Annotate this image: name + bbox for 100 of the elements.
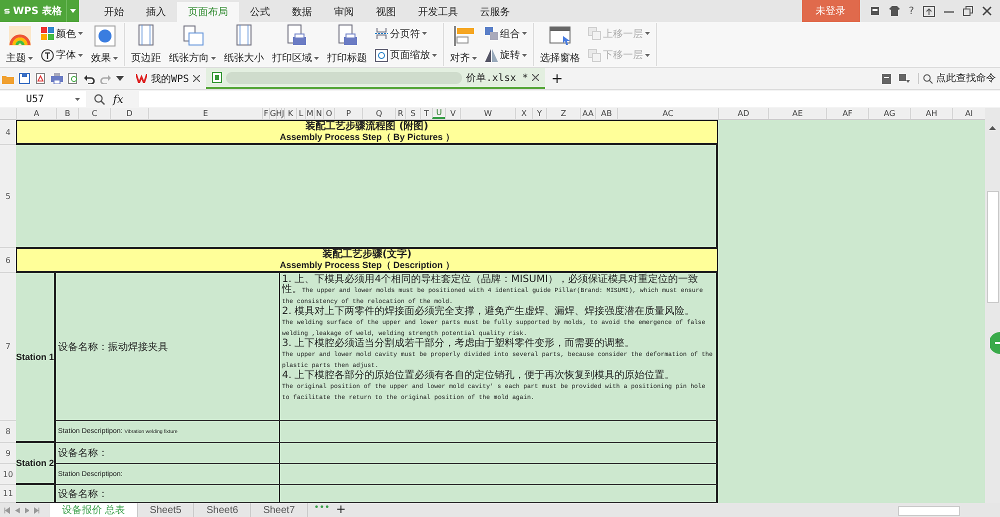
menu-tab[interactable]: 页面布局 [177,2,239,22]
column-header[interactable]: AG [868,108,910,119]
close-icon[interactable] [532,74,540,81]
menu-tab[interactable]: 视图 [365,2,407,22]
ribbon-button[interactable]: 页边距 [129,23,163,66]
column-header[interactable]: T [420,108,432,119]
column-header[interactable]: D [110,108,148,119]
ribbon-button[interactable]: 颜色 [39,26,85,42]
row-header[interactable]: 9 [0,443,16,464]
row-header[interactable]: 11 [0,485,16,503]
column-header[interactable]: AD [718,108,768,119]
ribbon-button[interactable]: 页面缩放 [373,47,439,64]
undo-icon[interactable] [84,74,95,84]
horizontal-scrollbar[interactable] [898,506,960,516]
ribbon-button[interactable]: 打印标题 [325,23,369,66]
menu-tab[interactable]: 云服务 [469,2,521,22]
scroll-thumb[interactable] [986,191,998,303]
shirt-icon[interactable] [888,6,900,16]
sheet-tab[interactable]: Sheet5 [138,503,194,517]
ribbon-button[interactable]: 效果 [89,23,120,66]
column-header[interactable]: G [269,108,276,119]
row-header[interactable]: 6 [0,248,16,273]
sheet-tab[interactable]: Sheet7 [251,503,308,517]
step-text: 2. 模具对上下两零件的焊接面必须完全支撑，避免产生虚焊、漏焊、焊接强度潜在质量风险。 [282,307,696,317]
column-header[interactable]: AH [910,108,952,119]
column-header[interactable]: M [305,108,314,119]
ribbon-button[interactable]: 组合 [483,26,529,42]
row-header[interactable]: 10 [0,464,16,485]
save-icon[interactable] [19,73,30,84]
new-tab-button[interactable]: + [551,70,563,86]
ribbon-button[interactable]: 对齐 [448,23,479,66]
command-search-field[interactable]: 点此查找命令 [918,73,998,84]
ribbon-button[interactable]: 旋转 [483,47,529,64]
column-header[interactable]: AE [768,108,826,119]
close-icon[interactable] [982,6,992,16]
vertical-scrollbar[interactable] [985,108,1000,503]
document-tab[interactable]: 价单.xlsx * [206,68,546,89]
column-header[interactable]: Q [362,108,395,119]
window-restore-icon[interactable] [923,6,935,16]
column-header[interactable]: AC [617,108,718,119]
column-header[interactable]: X [515,108,532,119]
row-header[interactable]: 5 [0,145,16,248]
column-header[interactable]: P [334,108,362,119]
scroll-up-icon[interactable] [989,126,996,130]
inbox-icon[interactable] [870,6,880,16]
ribbon-button[interactable]: 纸张方向 [167,23,218,66]
column-header[interactable]: E [148,108,262,119]
menu-tab[interactable]: 公式 [239,2,281,22]
maximize-icon[interactable] [963,6,973,16]
column-header[interactable]: K [284,108,296,119]
close-icon[interactable] [193,75,200,82]
row-header[interactable]: 4 [0,120,16,145]
column-header[interactable]: AF [826,108,868,119]
column-header[interactable]: W [460,108,515,119]
ribbon-button[interactable]: 纸张大小 [222,23,266,66]
column-header[interactable]: Y [532,108,546,119]
print-icon[interactable] [51,73,63,84]
menu-tab[interactable]: 开始 [93,2,135,22]
help-button[interactable]: ? [908,6,914,16]
document-icon[interactable] [882,74,891,84]
column-header[interactable]: Z [546,108,580,119]
menu-tab[interactable]: 数据 [281,2,323,22]
letter-circle-icon [41,48,54,62]
document-tab[interactable]: 我的WPS [130,68,206,89]
column-header[interactable]: S [405,108,420,119]
name-box[interactable]: U57 [0,91,86,107]
dropdown-icon[interactable] [116,76,124,81]
column-header[interactable]: J [281,108,284,119]
row-header[interactable]: 7 [0,273,16,421]
column-header[interactable]: O [323,108,334,119]
column-header[interactable]: N [314,108,323,119]
ribbon-button[interactable]: 打印区域 [270,23,321,66]
column-header[interactable]: AB [595,108,617,119]
floating-button-icon[interactable] [990,332,1000,354]
formula-input[interactable] [139,91,1000,107]
ribbon-button[interactable]: 字体 [39,47,85,64]
column-header[interactable]: B [56,108,78,119]
menu-tab[interactable]: 插入 [135,2,177,22]
ribbon-button[interactable]: 选择窗格 [538,23,582,66]
column-header[interactable]: R [395,108,405,119]
column-header[interactable]: V [445,108,460,119]
app-menu-button[interactable] [66,0,79,22]
column-header[interactable]: C [78,108,110,119]
column-header[interactable]: H [276,108,281,119]
flag-dropdown-icon[interactable] [899,74,910,83]
sheet-tab[interactable]: Sheet6 [194,503,252,517]
pdf-icon[interactable] [35,73,46,84]
menu-tab[interactable]: 审阅 [323,2,365,22]
function-button[interactable]: fx [113,92,124,106]
add-sheet-button[interactable]: + [336,503,346,515]
zoom-icon[interactable] [94,94,105,104]
ribbon-button[interactable]: 分页符 [373,26,439,42]
column-header[interactable]: A [16,108,56,119]
menu-tab[interactable]: 开发工具 [407,2,469,22]
column-header[interactable]: AA [580,108,595,119]
column-header[interactable]: L [296,108,305,119]
preview-icon[interactable] [68,73,79,84]
column-header[interactable]: F [262,108,269,119]
ribbon-button[interactable]: 主题 [4,23,35,66]
row-header[interactable]: 8 [0,421,16,443]
